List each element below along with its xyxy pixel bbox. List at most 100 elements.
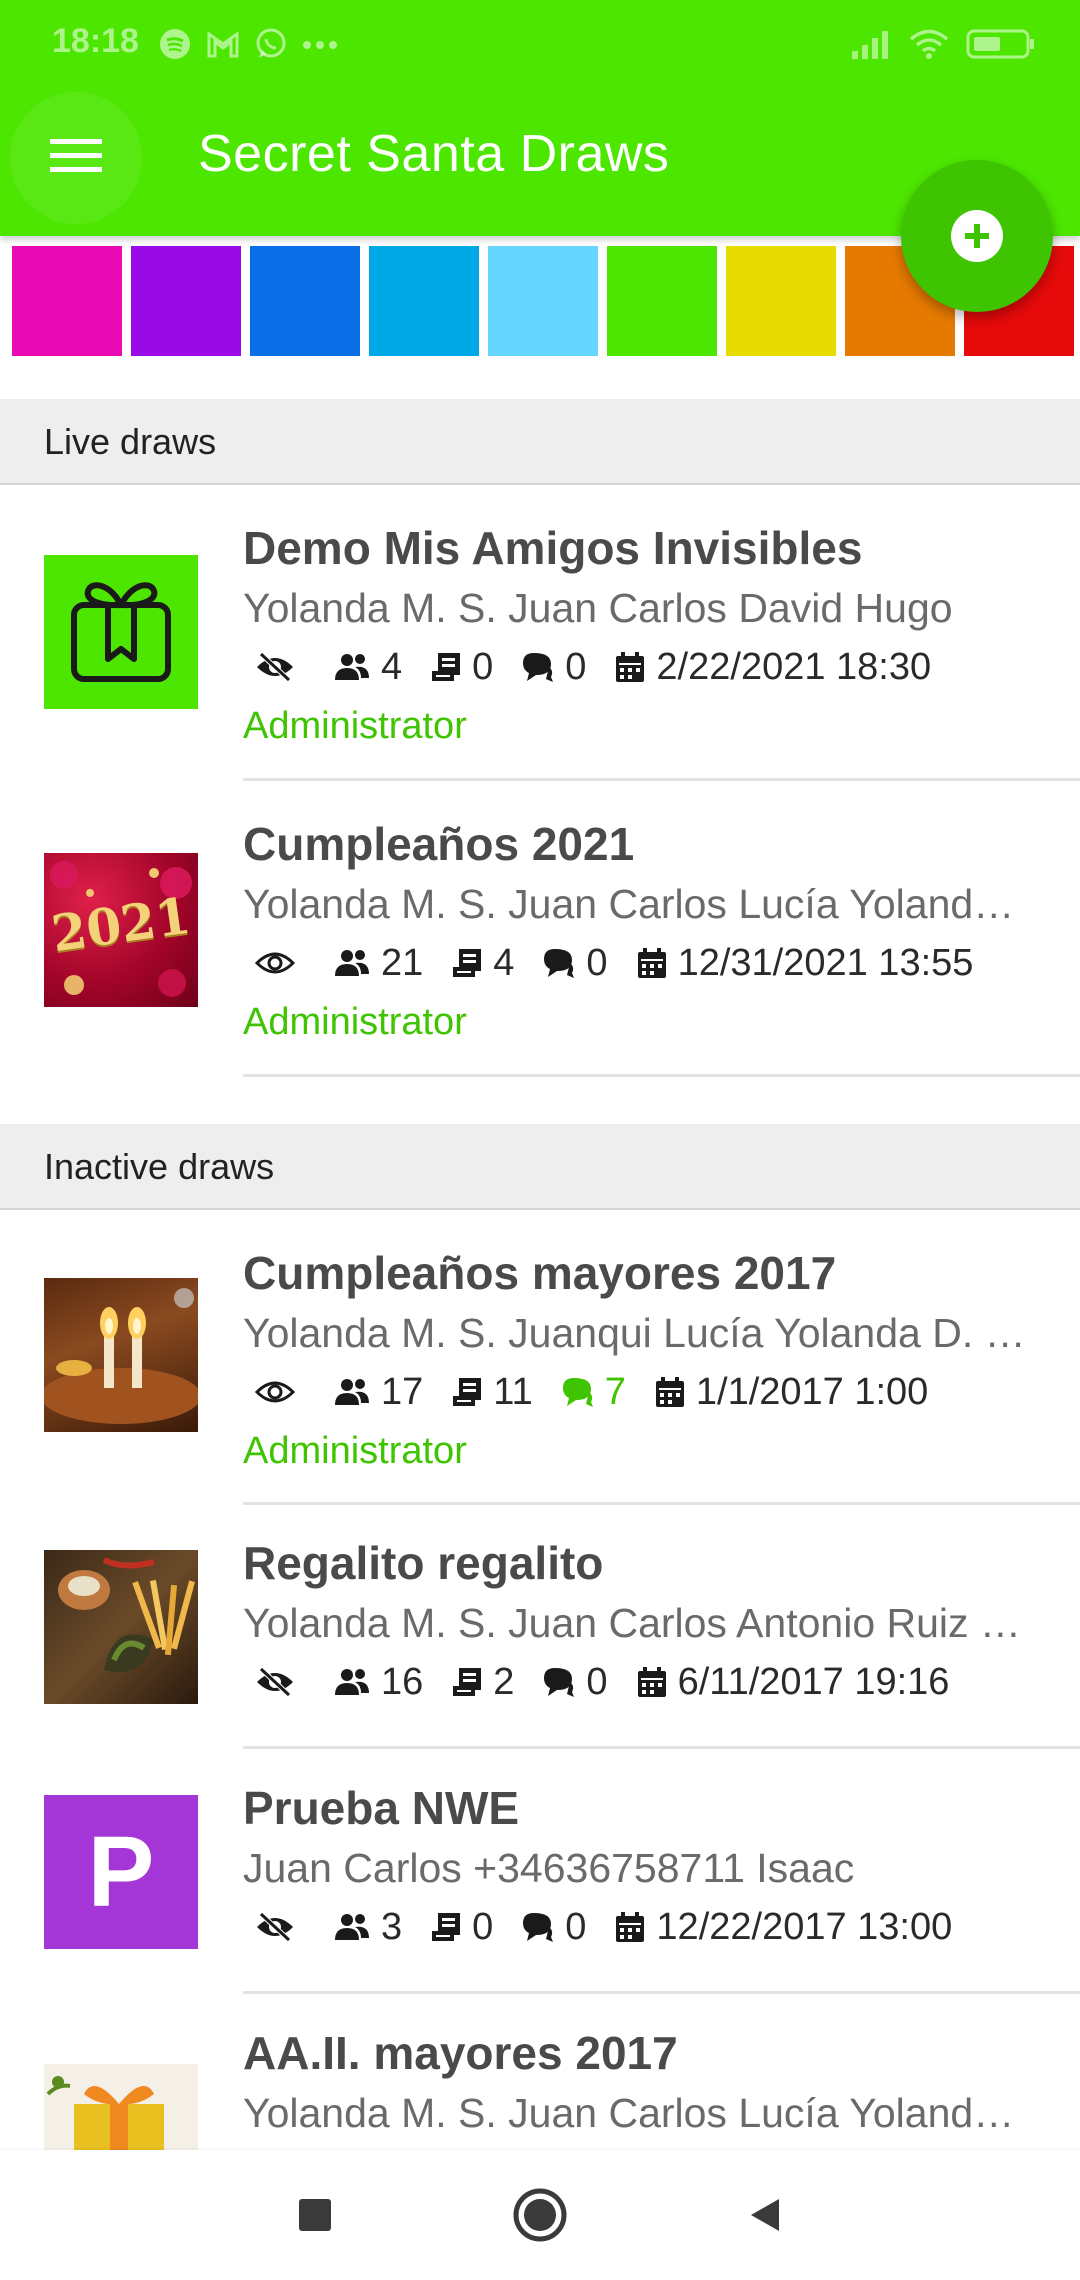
visibility-stat (255, 1667, 305, 1697)
people-icon (335, 654, 369, 680)
participants-stat: 17 (333, 1371, 423, 1414)
draw-list-item[interactable]: P Prueba NWE Juan Carlos +34636758711 Is… (0, 1749, 1080, 1994)
back-triangle-icon (751, 2199, 779, 2231)
documents-count: 11 (493, 1370, 533, 1413)
documents-count: 4 (493, 941, 515, 984)
color-swatch[interactable] (250, 246, 360, 356)
status-time: 18:18 (52, 22, 139, 60)
divider (243, 778, 1080, 781)
color-swatch[interactable] (369, 246, 479, 356)
chat-bubble-icon (544, 949, 575, 978)
draw-list-item[interactable]: Regalito regalito Yolanda M. S. Juan Car… (0, 1504, 1080, 1749)
divider (243, 1074, 1080, 1077)
chat-bubble-icon (562, 1378, 593, 1407)
messages-count: 0 (565, 645, 587, 688)
home-button[interactable] (510, 2185, 570, 2245)
draw-members: Yolanda M. S. Juan Carlos Lucía Yolanda … (243, 2090, 1033, 2136)
draw-stats: 3 0 0 12/22/2017 13:00 (255, 1903, 980, 1951)
back-button[interactable] (735, 2185, 795, 2245)
gmail-icon (206, 29, 240, 64)
wifi-icon (908, 28, 950, 65)
birthday-candles-photo (44, 1288, 198, 1424)
section-header-inactive: Inactive draws (0, 1124, 1080, 1210)
draw-date: 12/31/2021 13:55 (677, 941, 974, 984)
calendar-icon (616, 1912, 645, 1942)
draw-members: Juan Carlos +34636758711 Isaac (243, 1845, 855, 1891)
draw-list-item[interactable]: Cumpleaños mayores 2017 Yolanda M. S. Ju… (0, 1212, 1080, 1508)
documents-stat: 11 (451, 1370, 533, 1414)
color-swatch[interactable] (131, 246, 241, 356)
participants-count: 4 (381, 645, 403, 688)
documents-count: 0 (472, 1905, 494, 1948)
calendar-icon (637, 948, 666, 978)
draw-role: Administrator (243, 1430, 467, 1472)
draw-list-item[interactable]: 2021 Cumpleaños 2021 Yolanda M. S. Juan … (0, 783, 1080, 1079)
system-icons (850, 26, 1036, 66)
menu-button[interactable] (10, 92, 142, 224)
draw-title: Cumpleaños mayores 2017 (243, 1247, 837, 1299)
draw-title: Demo Mis Amigos Invisibles (243, 522, 863, 574)
receipt-icon (453, 1668, 482, 1696)
documents-count: 2 (493, 1660, 515, 1703)
documents-stat: 0 (430, 646, 493, 689)
draw-stats: 17 11 7 1/1/2017 1:00 (255, 1368, 956, 1416)
participants-count: 21 (381, 941, 424, 984)
signal-icon (850, 29, 892, 64)
draw-stats: 16 2 0 6/11/2017 19:16 (255, 1658, 977, 1706)
color-swatch[interactable] (726, 246, 836, 356)
chat-bubble-icon (544, 1668, 575, 1697)
hamburger-menu-icon (50, 137, 102, 180)
eye-icon (255, 1381, 295, 1403)
eye-off-icon (257, 1667, 293, 1697)
draw-list-item[interactable]: Demo Mis Amigos Invisibles Yolanda M. S.… (0, 487, 1080, 783)
color-swatch[interactable] (488, 246, 598, 356)
draw-title: Regalito regalito (243, 1537, 604, 1589)
messages-count: 0 (565, 1905, 587, 1948)
draw-members: Yolanda M. S. Juan Carlos Antonio Ruiz G… (243, 1600, 1033, 1646)
battery-icon (966, 28, 1036, 65)
more-dots-icon (302, 37, 338, 55)
documents-count: 0 (472, 645, 494, 688)
visibility-stat (255, 1912, 305, 1942)
color-swatch[interactable] (12, 246, 122, 356)
messages-count: 0 (586, 941, 608, 984)
color-swatch[interactable] (607, 246, 717, 356)
people-icon (335, 1669, 369, 1695)
draw-date: 12/22/2017 13:00 (656, 1905, 953, 1948)
draw-role: Administrator (243, 705, 467, 747)
eye-off-icon (257, 1912, 293, 1942)
draw-thumbnail (44, 1278, 198, 1432)
draw-list-item[interactable]: AA.II. mayores 2017 Yolanda M. S. Juan C… (0, 1994, 1080, 2150)
people-icon (335, 1379, 369, 1405)
participants-stat: 4 (333, 646, 402, 689)
visibility-stat (255, 948, 305, 978)
messages-stat: 0 (521, 1906, 586, 1949)
documents-stat: 0 (430, 1906, 493, 1949)
participants-stat: 21 (333, 942, 423, 985)
receipt-icon (453, 949, 482, 977)
date-stat: 2/22/2021 18:30 (614, 646, 931, 689)
documents-stat: 4 (451, 942, 514, 985)
visibility-stat (255, 652, 305, 682)
recents-button[interactable] (285, 2185, 345, 2245)
draw-date: 2/22/2021 18:30 (656, 645, 932, 688)
date-stat: 12/31/2021 13:55 (636, 941, 974, 985)
draw-stats: 21 4 0 12/31/2021 13:55 (255, 939, 1001, 987)
date-stat: 12/22/2017 13:00 (614, 1906, 952, 1949)
app-title: Secret Santa Draws (198, 125, 670, 183)
people-icon (335, 950, 369, 976)
participants-count: 17 (381, 1370, 424, 1413)
messages-stat: 0 (542, 941, 608, 985)
draw-role: Administrator (243, 1001, 467, 1043)
calendar-icon (655, 1377, 684, 1407)
thumbnail-letter: P (87, 1815, 155, 1928)
section-header-live: Live draws (0, 399, 1080, 485)
draw-title: Prueba NWE (243, 1782, 520, 1834)
add-draw-fab[interactable] (901, 160, 1053, 312)
recents-square-icon (299, 2199, 331, 2231)
system-nav-bar (0, 2150, 1080, 2280)
draw-thumbnail: 2021 (44, 853, 198, 1007)
people-icon (335, 1914, 369, 1940)
home-circle-icon (513, 2188, 567, 2242)
status-bar: 18:18 (0, 0, 1080, 90)
